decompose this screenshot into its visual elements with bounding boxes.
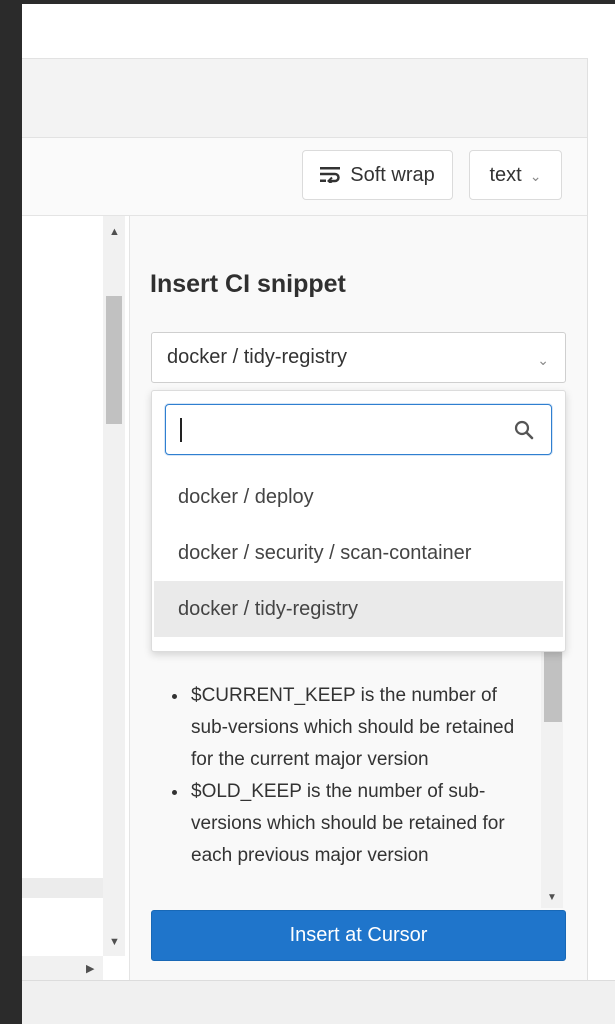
snippet-dropdown-menu: docker / deploy docker / security / scan… bbox=[151, 390, 566, 652]
wrap-text-icon bbox=[320, 167, 341, 183]
text-caret bbox=[180, 418, 182, 442]
editor-scrollbar-thumb[interactable] bbox=[106, 296, 122, 424]
code-editor[interactable]: ▲ ▼ ▶ bbox=[22, 216, 129, 980]
file-type-label: text bbox=[489, 163, 522, 186]
editor-toolbar: Soft wrap text ⌄ bbox=[22, 138, 587, 216]
dropdown-option[interactable]: docker / security / scan-container bbox=[154, 525, 563, 581]
ci-snippet-panel: Insert CI snippet docker / tidy-registry… bbox=[129, 216, 587, 980]
list-item: $OLD_KEEP is the number of sub-versions … bbox=[189, 776, 529, 872]
snippet-select[interactable]: docker / tidy-registry ⌄ bbox=[151, 332, 566, 383]
panel-title: Insert CI snippet bbox=[150, 270, 346, 298]
footer-bar bbox=[22, 980, 615, 1024]
description-scrollbar-thumb[interactable] bbox=[544, 652, 562, 722]
insert-at-cursor-button[interactable]: Insert at Cursor bbox=[151, 910, 566, 961]
snippet-select-value: docker / tidy-registry bbox=[167, 346, 348, 368]
search-icon bbox=[514, 420, 534, 440]
chevron-down-icon: ⌄ bbox=[537, 352, 549, 368]
file-header-bar bbox=[22, 58, 587, 138]
dropdown-option[interactable]: docker / deploy bbox=[154, 469, 563, 525]
chevron-down-icon: ⌄ bbox=[529, 168, 542, 184]
scroll-down-arrow-icon[interactable]: ▼ bbox=[547, 892, 557, 903]
description-list: $CURRENT_KEEP is the number of sub-versi… bbox=[189, 680, 529, 872]
divider bbox=[587, 58, 588, 980]
dropdown-option-selected[interactable]: docker / tidy-registry bbox=[154, 581, 563, 637]
soft-wrap-label: Soft wrap bbox=[350, 163, 435, 186]
list-item: $CURRENT_KEEP is the number of sub-versi… bbox=[189, 680, 529, 776]
search-input[interactable] bbox=[165, 404, 552, 455]
editor-active-line bbox=[22, 878, 103, 898]
scroll-down-arrow-icon[interactable]: ▼ bbox=[109, 936, 120, 948]
page: Soft wrap text ⌄ ▲ ▼ ▶ Insert CI snippet… bbox=[22, 4, 615, 1024]
snippet-description: $CURRENT_KEEP is the number of sub-versi… bbox=[151, 652, 566, 908]
file-type-dropdown[interactable]: text ⌄ bbox=[469, 150, 562, 200]
scroll-up-arrow-icon[interactable]: ▲ bbox=[109, 226, 120, 238]
editor-content[interactable] bbox=[22, 216, 103, 956]
soft-wrap-button[interactable]: Soft wrap bbox=[302, 150, 453, 200]
scroll-right-arrow-icon[interactable]: ▶ bbox=[86, 962, 94, 975]
